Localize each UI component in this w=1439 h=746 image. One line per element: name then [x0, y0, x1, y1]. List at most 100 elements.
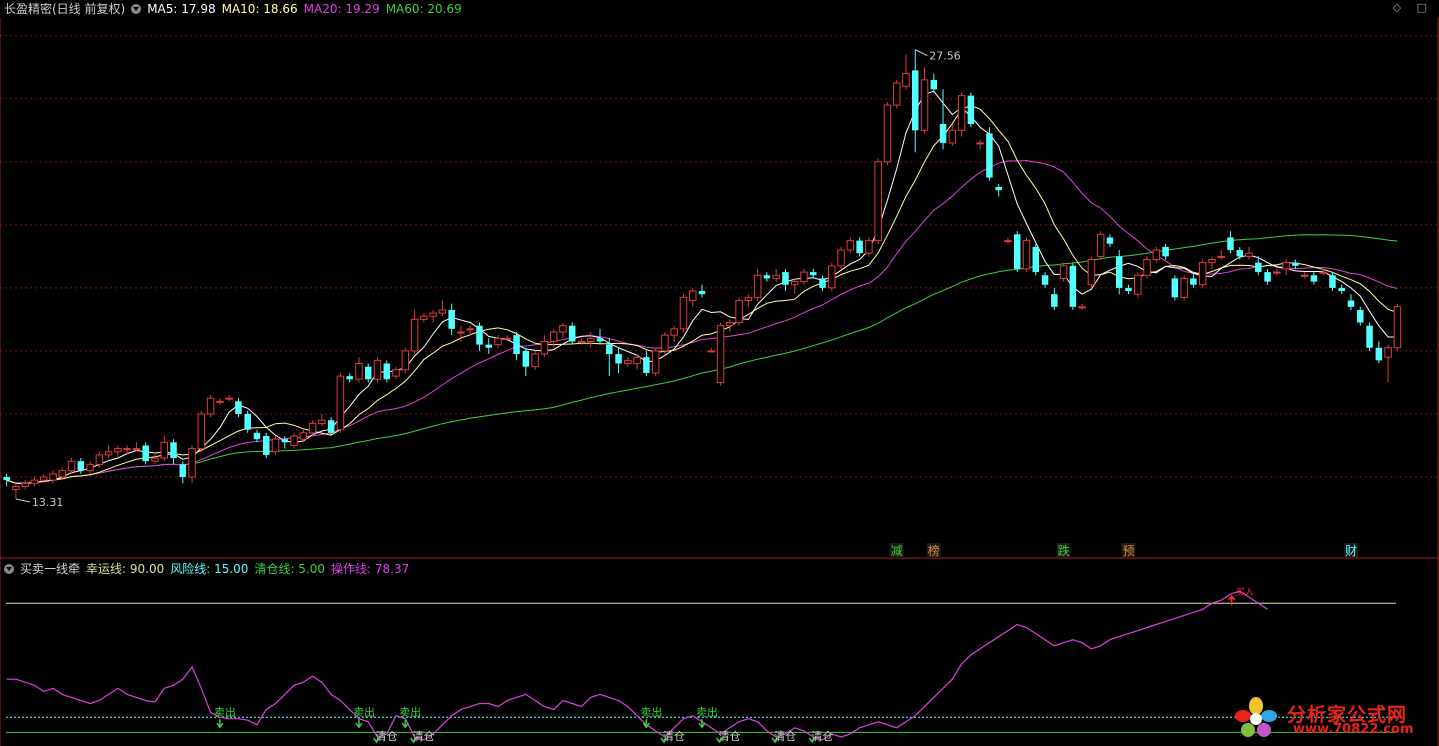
candle-body-down [485, 344, 492, 348]
candle-body-down [1264, 272, 1271, 282]
clear-signal-label: 清仓 [413, 729, 435, 743]
ma10-label: MA10: 18.66 [221, 2, 298, 16]
candle-body-up [679, 296, 688, 330]
candle-body-up [12, 485, 20, 491]
candle-body-up [726, 322, 734, 327]
sell-signal-label: 卖出 [214, 705, 236, 719]
candle-body-up [577, 340, 586, 343]
candle-body-up [457, 331, 465, 334]
watermark: 分析家公式网 www.70822.com [1231, 696, 1431, 740]
stock-title: 长盈精密(日线 前复权) [4, 2, 126, 16]
candle-body-up [1300, 274, 1309, 277]
candle-body-down [1032, 246, 1040, 273]
candle-body-up [1245, 252, 1253, 257]
candle-body-down [1013, 234, 1021, 269]
candle-body-up [1393, 306, 1402, 349]
candle-body-down [448, 309, 455, 329]
candle-body-down [3, 476, 10, 481]
candle-body-down [856, 240, 863, 254]
candle-body-up [58, 470, 67, 478]
candle-body-down [568, 325, 576, 342]
candle-body-down [327, 420, 335, 433]
candle-body-up [753, 274, 762, 298]
ma60-label: MA60: 20.69 [385, 2, 462, 16]
candle-body-up [651, 350, 660, 374]
event-tag-label: 财 [1345, 544, 1357, 558]
candle-body-down [170, 442, 177, 459]
candle-body-up [874, 161, 882, 242]
candle-body-down [819, 278, 826, 288]
event-tag-label: 跌 [1058, 543, 1070, 558]
clear-signal-label: 清仓 [811, 729, 833, 743]
candle-body-down [346, 376, 353, 380]
candle-body-up [707, 350, 716, 353]
candle-body-down [615, 354, 622, 364]
candle-body-down [1115, 256, 1123, 288]
candle-body-up [216, 400, 224, 403]
candle-body-up [902, 73, 910, 87]
candle-body-up [1152, 249, 1161, 261]
candle-body-up [1273, 271, 1281, 274]
sell-signal-label: 卖出 [353, 705, 375, 719]
candle-body-up [123, 448, 131, 451]
candle-body-down [1366, 325, 1373, 348]
candle-body-down [1051, 294, 1058, 307]
ma5-label: MA5: 17.98 [147, 2, 216, 16]
candle-body-up [30, 479, 39, 484]
lucky-line-label: 幸运线: 90.00 [86, 562, 165, 576]
watermark-url: www.70822.com [1293, 722, 1414, 737]
candle-body-up [336, 375, 345, 431]
candle-body-down [235, 401, 242, 414]
candle-body-up [67, 460, 76, 472]
candle-body-up [846, 240, 855, 251]
candle-body-down [1125, 287, 1132, 292]
candle-body-up [865, 240, 873, 254]
candle-body-down [364, 366, 372, 380]
candle-body-up [188, 448, 196, 478]
candle-body-up [716, 325, 725, 383]
candle-body-up [503, 337, 512, 340]
candle-body-down [698, 291, 706, 295]
clear-signal-label: 清仓 [375, 729, 397, 743]
candle-body-up [1134, 274, 1142, 295]
candle-body-down [281, 439, 289, 443]
candle-body-down [763, 275, 771, 279]
candle-body-up [1096, 233, 1105, 257]
low-price-label: 13.31 [32, 496, 64, 509]
candle-body-up [800, 271, 808, 283]
candle-body-up [355, 363, 363, 380]
candle-body-up [299, 432, 308, 440]
candle-body-down [1310, 275, 1318, 282]
event-tag-label: 榜 [928, 543, 940, 558]
candle-body-down [1227, 237, 1234, 251]
candle-body-up [892, 82, 901, 106]
candle-body-down [967, 95, 975, 124]
candle-body-up [494, 337, 502, 346]
candle-body-up [772, 274, 780, 279]
window-controls[interactable]: ◇ □ [1393, 1, 1433, 14]
candle-body-up [132, 448, 141, 451]
candle-body-up [1217, 255, 1225, 258]
candle-body-up [1198, 262, 1207, 286]
clear-line-label: 清仓线: 5.00 [254, 562, 326, 576]
candle-body-down [383, 363, 391, 380]
indicator-header: 买卖一线牵 幸运线: 90.00 风险线: 15.00 清仓线: 5.00 操作线: 7… [4, 561, 415, 577]
candle-body-up [1059, 265, 1068, 279]
candle-body-up [661, 334, 669, 352]
candle-body-down [1171, 278, 1179, 298]
candle-body-up [559, 325, 567, 333]
candle-body-up [549, 331, 558, 342]
candle-body-up [633, 356, 641, 365]
indicator-dropdown-icon[interactable] [4, 564, 14, 574]
candle-body-up [790, 281, 799, 286]
dropdown-icon[interactable] [131, 4, 142, 14]
candle-body-up [104, 451, 113, 456]
candle-body-up [1384, 347, 1392, 358]
candle-body-up [225, 397, 233, 400]
candle-body-up [1180, 277, 1188, 298]
candle-body-down [912, 70, 919, 131]
candle-body-down [1357, 309, 1364, 323]
sell-signal-label: 卖出 [399, 705, 421, 719]
candle-body-down [476, 325, 483, 345]
candle-body-up [1078, 306, 1086, 309]
